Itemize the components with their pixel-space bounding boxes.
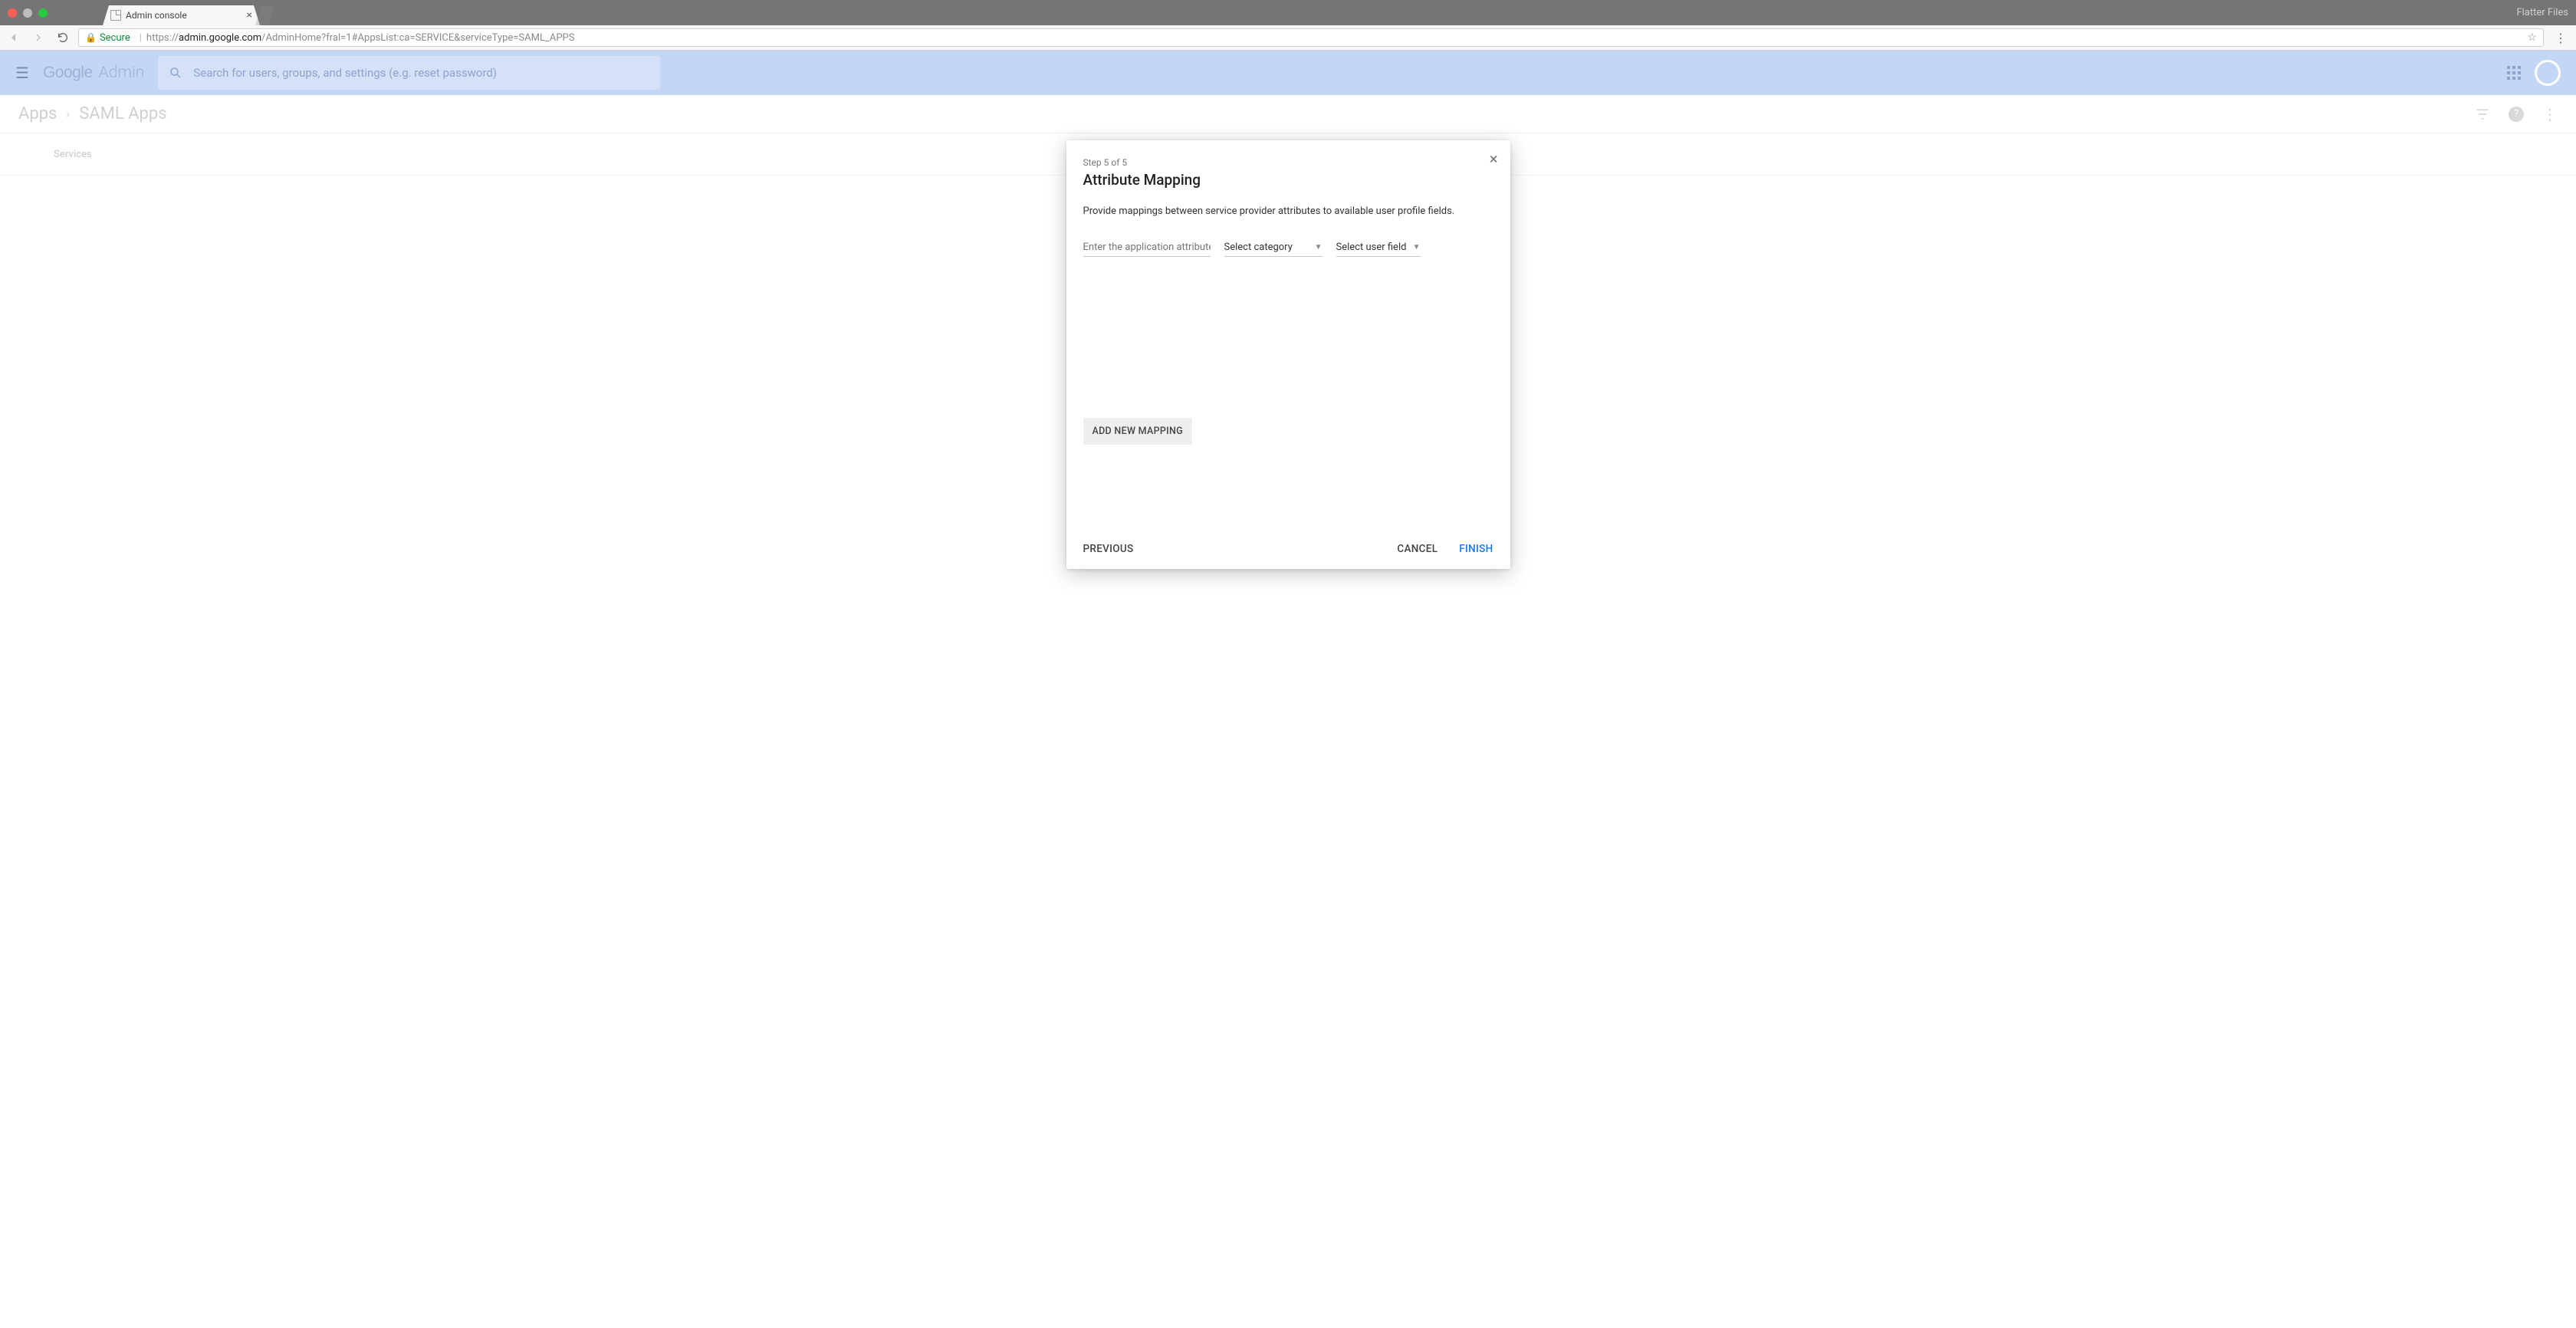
modal-title: Attribute Mapping xyxy=(1083,171,1493,189)
attribute-mapping-modal: × Step 5 of 5 Attribute Mapping Provide … xyxy=(1066,140,1510,569)
tab-strip: Admin console × xyxy=(103,0,274,25)
bookmark-star-icon[interactable]: ☆ xyxy=(2527,31,2537,44)
cancel-button[interactable]: CANCEL xyxy=(1397,543,1438,555)
user-field-dropdown[interactable]: Select user field ▼ xyxy=(1336,238,1421,257)
filter-icon[interactable] xyxy=(2475,107,2490,122)
omnibox[interactable]: 🔒 Secure | https://admin.google.com/Admi… xyxy=(78,28,2544,47)
chevron-down-icon: ▼ xyxy=(1315,243,1322,251)
search-icon xyxy=(169,66,182,80)
browser-menu-icon[interactable]: ⋮ xyxy=(2550,31,2571,45)
previous-button[interactable]: PREVIOUS xyxy=(1083,543,1134,555)
url-path: /AdminHome?fral=1#AppsList:ca=SERVICE&se… xyxy=(261,32,574,44)
browser-tab[interactable]: Admin console × xyxy=(103,5,260,25)
modal-step: Step 5 of 5 xyxy=(1083,157,1493,168)
add-new-mapping-button[interactable]: ADD NEW MAPPING xyxy=(1083,418,1192,445)
window-traffic-lights xyxy=(8,8,48,18)
url-host: admin.google.com xyxy=(179,32,261,44)
services-label: Services xyxy=(54,149,92,160)
mapping-row: Select category ▼ Select user field ▼ xyxy=(1083,238,1493,257)
modal-overlay: × Step 5 of 5 Attribute Mapping Provide … xyxy=(0,0,2576,1328)
breadcrumb: Apps › SAML Apps xyxy=(18,104,167,123)
brand-admin: Admin xyxy=(99,64,145,82)
user-field-dropdown-label: Select user field xyxy=(1336,242,1407,253)
browser-toolbar: 🔒 Secure | https://admin.google.com/Admi… xyxy=(0,25,2576,51)
back-button[interactable] xyxy=(5,28,23,47)
window-right-label: Flatter Files xyxy=(2516,7,2568,18)
more-menu-icon[interactable]: ⋮ xyxy=(2542,105,2558,123)
close-tab-icon[interactable]: × xyxy=(247,9,252,21)
close-icon[interactable]: × xyxy=(1490,150,1498,168)
breadcrumb-item-saml-apps: SAML Apps xyxy=(79,104,166,123)
chevron-right-icon: › xyxy=(66,107,70,121)
minimize-window-dot[interactable] xyxy=(23,8,32,18)
lock-icon: 🔒 xyxy=(85,32,97,43)
search-input[interactable]: Search for users, groups, and settings (… xyxy=(158,56,660,90)
secure-label: Secure xyxy=(100,32,130,44)
hamburger-menu-icon[interactable]: ☰ xyxy=(15,64,29,82)
reload-button[interactable] xyxy=(54,28,72,47)
zoom-window-dot[interactable] xyxy=(38,8,48,18)
category-dropdown[interactable]: Select category ▼ xyxy=(1224,238,1322,257)
brand-google: Google xyxy=(43,64,93,82)
page-icon xyxy=(110,10,121,21)
new-tab-button[interactable] xyxy=(255,6,274,25)
breadcrumb-item-apps[interactable]: Apps xyxy=(18,104,57,123)
breadcrumb-bar: Apps › SAML Apps ? ⋮ xyxy=(0,95,2576,133)
application-attribute-input[interactable] xyxy=(1083,238,1211,257)
avatar[interactable] xyxy=(2535,60,2561,86)
app-header: ☰ Google Admin Search for users, groups,… xyxy=(0,51,2576,95)
url-proto: https:// xyxy=(146,32,179,44)
modal-description: Provide mappings between service provide… xyxy=(1083,205,1493,217)
chevron-down-icon: ▼ xyxy=(1413,243,1421,251)
window-title-bar: Admin console × Flatter Files xyxy=(0,0,2576,25)
header-right xyxy=(2507,60,2561,86)
search-placeholder: Search for users, groups, and settings (… xyxy=(193,66,497,80)
apps-launcher-icon[interactable] xyxy=(2507,66,2521,80)
category-dropdown-label: Select category xyxy=(1224,242,1293,253)
modal-footer: PREVIOUS CANCEL FINISH xyxy=(1083,543,1493,555)
help-icon[interactable]: ? xyxy=(2509,107,2524,122)
brand: Google Admin xyxy=(43,64,144,82)
tab-title: Admin console xyxy=(126,10,187,21)
finish-button[interactable]: FINISH xyxy=(1459,543,1493,555)
forward-button[interactable] xyxy=(29,28,48,47)
close-window-dot[interactable] xyxy=(8,8,17,18)
